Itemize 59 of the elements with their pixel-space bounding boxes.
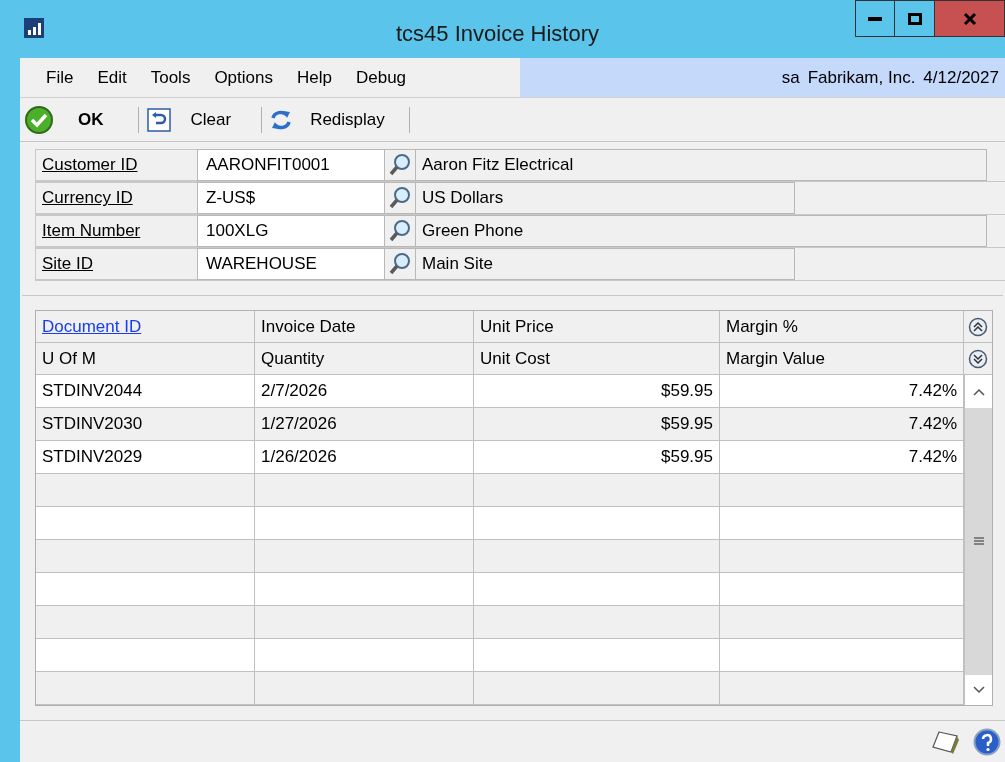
- table-cell: 1/26/2026: [255, 441, 474, 473]
- check-icon: [24, 104, 54, 135]
- close-icon: [962, 11, 977, 26]
- column-header[interactable]: Document ID: [36, 311, 255, 342]
- minimize-button[interactable]: [855, 0, 895, 37]
- menu-item[interactable]: Debug: [343, 64, 419, 91]
- help-icon[interactable]: [973, 727, 1001, 756]
- table-cell: STDINV2029: [36, 441, 255, 473]
- field-label[interactable]: Item Number: [35, 215, 197, 247]
- input-field[interactable]: Z-US$: [197, 182, 385, 214]
- search-icon[interactable]: [388, 252, 412, 276]
- scroll-down-icon[interactable]: [972, 686, 985, 694]
- scrollbar[interactable]: [964, 375, 992, 705]
- app-icon: [24, 18, 44, 38]
- column-header: U Of M: [36, 343, 255, 374]
- search-icon[interactable]: [388, 186, 412, 210]
- field-label[interactable]: Site ID: [35, 248, 197, 280]
- table-cell: $59.95: [474, 408, 720, 440]
- table-cell: $59.95: [474, 375, 720, 407]
- table-cell: STDINV2044: [36, 375, 255, 407]
- description-field: Green Phone: [415, 215, 987, 247]
- undo-icon: [146, 107, 171, 132]
- column-header: Unit Price: [474, 311, 720, 342]
- menu-item[interactable]: Tools: [138, 64, 203, 91]
- description-field: US Dollars: [415, 182, 795, 214]
- column-header: Invoice Date: [255, 311, 474, 342]
- expand-icon[interactable]: [968, 348, 988, 369]
- description-field: Main Site: [415, 248, 795, 280]
- description-field: Aaron Fitz Electrical: [415, 149, 987, 181]
- table-cell: $59.95: [474, 441, 720, 473]
- field-label[interactable]: Currency ID: [35, 182, 197, 214]
- user-name: sa: [781, 66, 800, 89]
- menu-item[interactable]: Edit: [85, 64, 139, 91]
- scroll-up-icon[interactable]: [972, 387, 985, 396]
- toolbar-button[interactable]: OK: [22, 101, 132, 138]
- toolbar-button[interactable]: Redisplay: [268, 101, 405, 138]
- search-icon[interactable]: [388, 153, 412, 177]
- menu-item[interactable]: File: [34, 64, 86, 91]
- collapse-icon[interactable]: [968, 316, 988, 337]
- search-icon[interactable]: [388, 219, 412, 243]
- column-header: Margin Value: [720, 343, 964, 374]
- window-title: tcs45 Invoice History: [396, 20, 599, 48]
- menu-item[interactable]: Options: [202, 64, 285, 91]
- input-field[interactable]: AARONFIT0001: [197, 149, 385, 181]
- grip-icon: [973, 536, 984, 547]
- input-field[interactable]: 100XLG: [197, 215, 385, 247]
- column-header: Margin %: [720, 311, 964, 342]
- table-cell: 1/27/2026: [255, 408, 474, 440]
- field-label[interactable]: Customer ID: [35, 149, 197, 181]
- maximize-button[interactable]: [895, 0, 935, 37]
- menu-item[interactable]: Help: [285, 64, 344, 91]
- table-cell: STDINV2030: [36, 408, 255, 440]
- user-date: 4/12/2027: [923, 66, 999, 89]
- column-header: Quantity: [255, 343, 474, 374]
- input-field[interactable]: WAREHOUSE: [197, 248, 385, 280]
- company-name: Fabrikam, Inc.: [807, 66, 916, 89]
- table-cell: 2/7/2026: [255, 375, 474, 407]
- toolbar-button[interactable]: Clear: [144, 101, 256, 138]
- column-header: Unit Cost: [474, 343, 720, 374]
